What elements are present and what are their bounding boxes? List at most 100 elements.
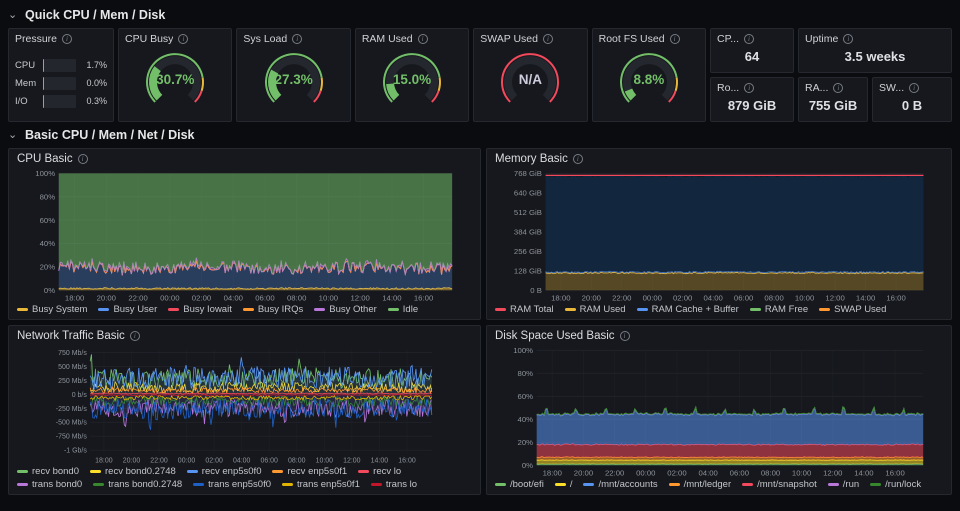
legend-item[interactable]: RAM Cache + Buffer: [636, 303, 739, 316]
pressure-label: I/O: [15, 95, 28, 107]
svg-text:0%: 0%: [522, 461, 533, 470]
svg-text:22:00: 22:00: [612, 293, 631, 302]
legend-item[interactable]: trans enp5s0f1: [282, 478, 360, 491]
legend-item[interactable]: recv lo: [358, 465, 401, 478]
svg-text:18:00: 18:00: [95, 458, 113, 465]
info-icon[interactable]: [744, 83, 755, 93]
svg-text:16:00: 16:00: [414, 293, 433, 302]
panel-title[interactable]: SW...: [879, 82, 904, 94]
legend-item[interactable]: trans enp5s0f0: [193, 478, 271, 491]
info-icon[interactable]: [129, 331, 140, 341]
info-icon[interactable]: [292, 34, 303, 44]
info-icon[interactable]: [833, 83, 844, 93]
legend-item[interactable]: Busy User: [98, 303, 157, 316]
panel-title[interactable]: RAM Used: [362, 33, 413, 45]
svg-text:20:00: 20:00: [582, 293, 601, 302]
info-icon[interactable]: [843, 34, 854, 44]
legend-item[interactable]: Busy IRQs: [242, 303, 303, 316]
legend-item[interactable]: recv enp5s0f1: [272, 465, 347, 478]
panel-swap-total: SW... 0 B: [872, 77, 953, 122]
panel-title[interactable]: Pressure: [15, 33, 57, 45]
panel-title[interactable]: RA...: [805, 82, 828, 94]
legend-item[interactable]: /run: [827, 478, 860, 491]
panel-title[interactable]: Network Traffic Basic: [17, 330, 125, 342]
section-header-quick[interactable]: Quick CPU / Mem / Disk: [8, 2, 952, 28]
legend-item[interactable]: recv bond0.2748: [90, 465, 176, 478]
legend-item[interactable]: trans bond0.2748: [93, 478, 182, 491]
legend-item[interactable]: RAM Total: [495, 303, 554, 316]
svg-text:14:00: 14:00: [854, 468, 873, 477]
panel-title[interactable]: Root FS Used: [599, 33, 665, 45]
svg-text:250 Mb/s: 250 Mb/s: [58, 378, 87, 385]
svg-text:04:00: 04:00: [224, 293, 243, 302]
legend-color-mark: [17, 483, 28, 486]
panel-cpu-basic: CPU Basic 18:00 20:00 22:00 00:00 02:00 04:00…: [8, 148, 481, 320]
legend-item[interactable]: Busy Iowait: [168, 303, 232, 316]
legend-label: /: [569, 479, 573, 490]
legend-item[interactable]: /mnt/snapshot: [742, 478, 817, 491]
panel-title[interactable]: Memory Basic: [495, 153, 568, 165]
network-traffic-chart[interactable]: 18:00 20:00 22:00 00:00 02:00 04:00 06:00 08:00…: [9, 344, 480, 465]
svg-text:02:00: 02:00: [205, 458, 223, 465]
legend-item[interactable]: /boot/efi: [495, 478, 544, 491]
legend-item[interactable]: recv enp5s0f0: [186, 465, 261, 478]
legend-item[interactable]: Busy Other: [314, 303, 377, 316]
gauge-value: 27.3%: [274, 72, 313, 87]
info-icon[interactable]: [62, 34, 73, 44]
legend-item[interactable]: recv bond0: [17, 465, 79, 478]
info-icon[interactable]: [543, 34, 553, 44]
section-title: Quick CPU / Mem / Disk: [25, 8, 166, 22]
panel-uptime: Uptime 3.5 weeks: [798, 28, 953, 73]
panel-title[interactable]: CPU Basic: [17, 153, 73, 165]
svg-text:08:00: 08:00: [764, 293, 783, 302]
panel-network-traffic-basic: Network Traffic Basic 18:00 20:00 22:00 00:…: [8, 325, 481, 495]
info-icon[interactable]: [669, 34, 680, 44]
gauge-value: 30.7%: [156, 72, 195, 87]
legend-item[interactable]: Idle: [387, 303, 418, 316]
svg-text:16:00: 16:00: [886, 293, 905, 302]
svg-text:16:00: 16:00: [885, 468, 904, 477]
panel-title[interactable]: Sys Load: [243, 33, 287, 45]
legend-item[interactable]: /run/lock: [870, 478, 921, 491]
info-icon[interactable]: [178, 34, 189, 44]
legend-item[interactable]: SWAP Used: [819, 303, 886, 316]
legend-label: Busy Other: [329, 304, 377, 315]
legend-item[interactable]: /: [554, 478, 573, 491]
legend-item[interactable]: RAM Free: [749, 303, 809, 316]
pressure-row: I/O 0.3%: [15, 94, 107, 108]
panel-title[interactable]: CPU Busy: [125, 33, 173, 45]
legend-item[interactable]: RAM Used: [564, 303, 626, 316]
legend-color-mark: [193, 483, 205, 486]
legend-item[interactable]: trans lo: [370, 478, 417, 491]
stat-value: 879 GiB: [727, 98, 777, 113]
legend-color-mark: [168, 308, 180, 311]
panel-title[interactable]: CP...: [717, 33, 739, 45]
legend-item[interactable]: trans bond0: [17, 478, 82, 491]
section-header-basic[interactable]: Basic CPU / Mem / Net / Disk: [8, 122, 952, 148]
panel-title[interactable]: Disk Space Used Basic: [495, 330, 615, 342]
pressure-bar: [43, 58, 76, 72]
legend-item[interactable]: Busy System: [17, 303, 87, 316]
legend-color-mark: [358, 470, 370, 473]
svg-text:12:00: 12:00: [343, 458, 361, 465]
panel-title[interactable]: Uptime: [805, 33, 838, 45]
disk-space-chart[interactable]: 18:00 20:00 22:00 00:00 02:00 04:00 06:00 08:00…: [487, 344, 951, 478]
info-icon[interactable]: [77, 154, 88, 164]
info-icon[interactable]: [744, 34, 755, 44]
legend-label: /run: [842, 479, 860, 490]
cpu-basic-chart[interactable]: 18:00 20:00 22:00 00:00 02:00 04:00 06:00 08:00…: [9, 167, 480, 303]
info-icon[interactable]: [417, 34, 428, 44]
info-icon[interactable]: [619, 331, 630, 341]
legend-item[interactable]: /mnt/ledger: [668, 478, 731, 491]
memory-basic-chart[interactable]: 18:00 20:00 22:00 00:00 02:00 04:00 06:00 08:00…: [487, 167, 951, 303]
info-icon[interactable]: [572, 154, 583, 164]
svg-text:18:00: 18:00: [543, 468, 562, 477]
info-icon[interactable]: [909, 83, 920, 93]
panel-title[interactable]: Ro...: [717, 82, 739, 94]
panel-title[interactable]: SWAP Used: [480, 33, 538, 45]
legend-label: recv bond0: [32, 466, 80, 477]
legend-item[interactable]: /mnt/accounts: [583, 478, 658, 491]
legend-color-mark: [242, 308, 254, 311]
legend-label: RAM Free: [764, 304, 809, 315]
svg-text:-750 Mb/s: -750 Mb/s: [56, 434, 88, 441]
